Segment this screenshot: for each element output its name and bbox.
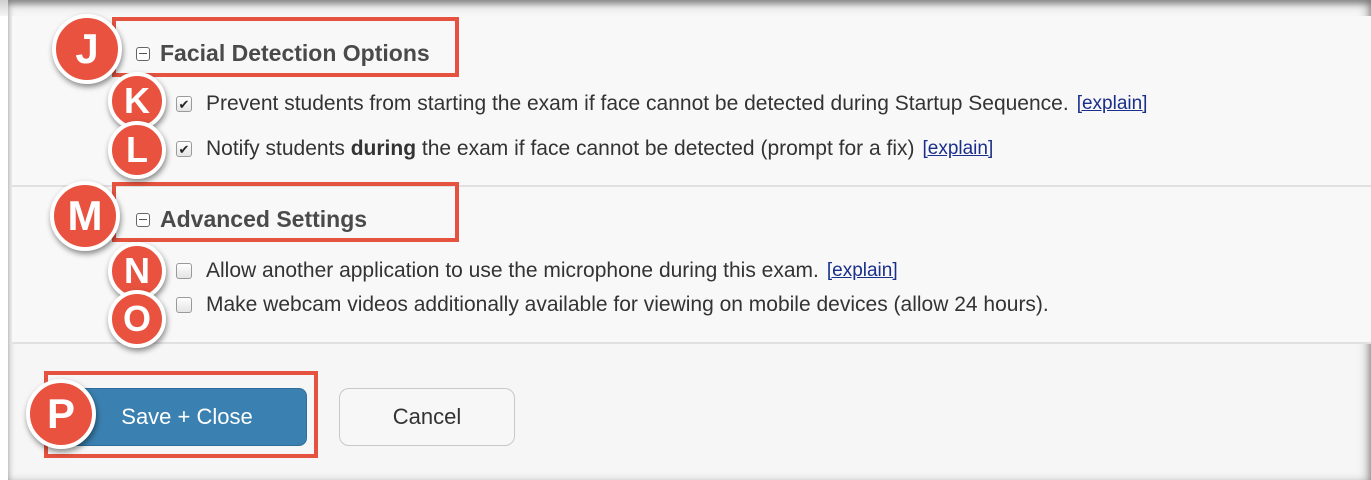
explain-link[interactable]: [explain] (922, 138, 993, 160)
checkmark-icon: ✔ (178, 141, 190, 157)
prevent-start-option: ✔ Prevent students from starting the exa… (176, 92, 1147, 116)
annotation-box-j (112, 17, 459, 77)
mobile-webcam-option: Make webcam videos additionally availabl… (176, 293, 1049, 317)
section-divider (12, 342, 1371, 344)
explain-link[interactable]: [explain] (1077, 93, 1148, 115)
annotation-badge-m: M (50, 181, 120, 251)
annotation-badge-l: L (108, 121, 166, 179)
checkmark-icon: ✔ (178, 96, 190, 112)
cancel-button[interactable]: Cancel (339, 388, 515, 446)
notify-during-checkbox[interactable]: ✔ (176, 141, 192, 157)
explain-link[interactable]: [explain] (827, 260, 898, 282)
annotation-badge-o: O (108, 290, 166, 348)
mobile-webcam-checkbox[interactable] (176, 297, 192, 313)
allow-microphone-label: Allow another application to use the mic… (206, 259, 819, 282)
prevent-start-label: Prevent students from starting the exam … (206, 92, 1069, 115)
notify-during-label: Notify students during the exam if face … (206, 137, 915, 160)
prevent-start-checkbox[interactable]: ✔ (176, 96, 192, 112)
annotation-box-m (112, 182, 459, 242)
allow-microphone-option: Allow another application to use the mic… (176, 259, 898, 283)
allow-microphone-checkbox[interactable] (176, 263, 192, 279)
mobile-webcam-label: Make webcam videos additionally availabl… (206, 293, 1049, 316)
notify-during-option: ✔ Notify students during the exam if fac… (176, 137, 993, 161)
annotation-badge-p: P (26, 379, 96, 449)
annotation-badge-j: J (52, 14, 122, 84)
